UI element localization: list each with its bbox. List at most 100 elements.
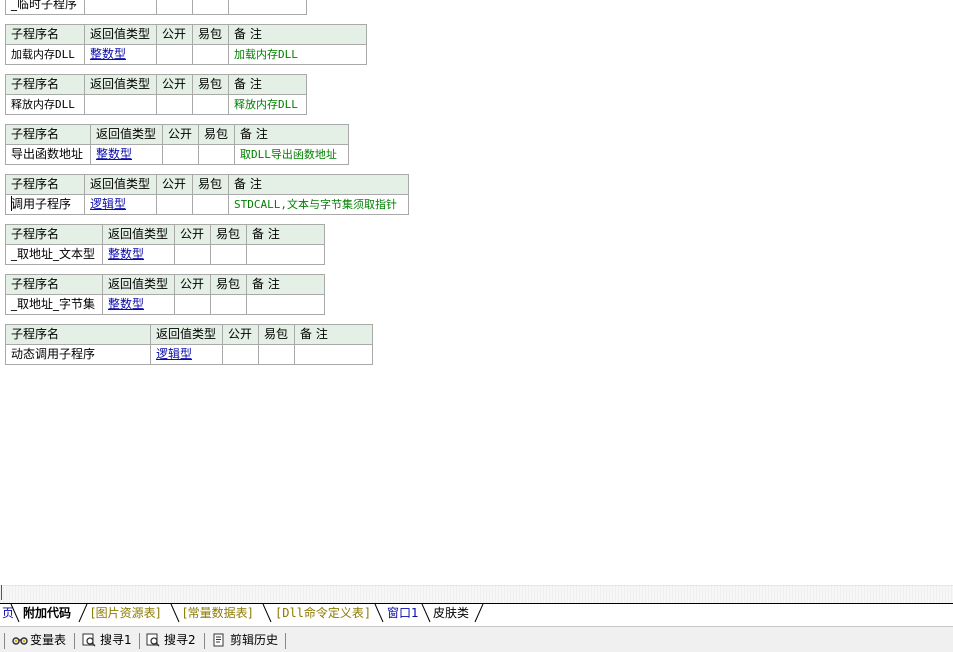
easy-package-cell[interactable]	[258, 344, 295, 365]
public-cell[interactable]	[156, 94, 193, 115]
note-cell[interactable]: 释放内存DLL	[228, 94, 307, 115]
header-public: 公开	[156, 24, 193, 45]
return-type-cell[interactable]	[84, 94, 157, 115]
public-cell[interactable]	[174, 294, 211, 315]
public-cell[interactable]	[156, 44, 193, 65]
header-note: 备 注	[294, 324, 373, 345]
return-type-cell[interactable]: 整数型	[102, 294, 175, 315]
table-row: 释放内存DLL 释放内存DLL	[5, 94, 307, 115]
header-easy-package: 易包	[198, 124, 235, 145]
return-type-cell[interactable]: 逻辑型	[84, 194, 157, 215]
return-type-link[interactable]: 逻辑型	[90, 197, 126, 211]
subroutine-name-cell[interactable]: 调用子程序	[5, 194, 85, 215]
easy-package-cell[interactable]	[210, 294, 247, 315]
tab-window1[interactable]: 窗口1	[385, 604, 421, 623]
table-header-row: 子程序名 返回值类型 公开 易包 备 注	[5, 74, 307, 95]
subroutine-name-cell[interactable]: _临时子程序	[5, 0, 85, 15]
public-cell[interactable]	[174, 244, 211, 265]
return-type-link[interactable]: 整数型	[108, 297, 144, 311]
table-row: 调用子程序 逻辑型 STDCALL,文本与字节集须取指针	[5, 194, 409, 215]
variable-table-button[interactable]: 变量表	[12, 631, 66, 649]
subroutine-name-cell[interactable]: 导出函数地址	[5, 144, 91, 165]
search2-button[interactable]: 搜寻2	[146, 631, 196, 649]
header-easy-package: 易包	[210, 224, 247, 245]
subroutine-table: 子程序名 返回值类型 公开 易包 备 注 释放内存DLL 释放内存DLL	[5, 74, 307, 115]
clipboard-history-button[interactable]: 剪辑历史	[212, 631, 278, 649]
table-row: _临时子程序	[5, 0, 307, 15]
easy-package-cell[interactable]	[192, 0, 229, 15]
subroutine-name-cell[interactable]: 动态调用子程序	[5, 344, 151, 365]
tab-constant-data[interactable]: [常量数据表]	[181, 604, 254, 623]
tab-separator-icon	[170, 604, 180, 623]
return-type-link[interactable]: 整数型	[108, 247, 144, 261]
header-return-type: 返回值类型	[84, 74, 157, 95]
header-easy-package: 易包	[192, 24, 229, 45]
toolbar-separator	[204, 633, 205, 649]
return-type-cell[interactable]: 逻辑型	[150, 344, 223, 365]
public-cell[interactable]	[156, 194, 193, 215]
header-public: 公开	[174, 224, 211, 245]
note-cell[interactable]: 取DLL导出函数地址	[234, 144, 349, 165]
subroutine-name-cell[interactable]: 释放内存DLL	[5, 94, 85, 115]
search-window-icon	[82, 633, 96, 647]
table-header-row: 子程序名 返回值类型 公开 易包 备 注	[5, 24, 367, 45]
public-cell[interactable]	[222, 344, 259, 365]
return-type-link[interactable]: 整数型	[96, 147, 132, 161]
header-note: 备 注	[228, 74, 307, 95]
return-type-link[interactable]: 逻辑型	[156, 347, 192, 361]
tab-skin-class[interactable]: 皮肤类	[431, 604, 471, 623]
return-type-cell[interactable]: 整数型	[90, 144, 163, 165]
tab-image-resources[interactable]: [图片资源表]	[89, 604, 162, 623]
header-return-type: 返回值类型	[90, 124, 163, 145]
toolbar-separator	[4, 633, 5, 649]
header-return-type: 返回值类型	[102, 274, 175, 295]
easy-package-cell[interactable]	[192, 94, 229, 115]
easy-package-cell[interactable]	[198, 144, 235, 165]
subroutine-table: 子程序名 返回值类型 公开 易包 备 注 动态调用子程序 逻辑型	[5, 324, 373, 365]
search1-label: 搜寻1	[100, 633, 132, 647]
return-type-link[interactable]: 整数型	[90, 47, 126, 61]
header-public: 公开	[162, 124, 199, 145]
easy-package-cell[interactable]	[210, 244, 247, 265]
note-cell[interactable]	[246, 294, 325, 315]
table-header-row: 子程序名 返回值类型 公开 易包 备 注	[5, 324, 373, 345]
header-public: 公开	[156, 74, 193, 95]
table-row: 导出函数地址 整数型 取DLL导出函数地址	[5, 144, 349, 165]
subroutine-table: 子程序名 返回值类型 公开 易包 备 注 调用子程序 逻辑型 STDCALL,文…	[5, 174, 409, 215]
subroutine-name-cell[interactable]: _取地址_文本型	[5, 244, 103, 265]
subroutine-name-cell[interactable]: 加载内存DLL	[5, 44, 85, 65]
header-return-type: 返回值类型	[84, 174, 157, 195]
tab-additional-code[interactable]: 附加代码	[21, 604, 73, 623]
subroutine-table: 子程序名 返回值类型 公开 易包 备 注 _取地址_字节集 整数型	[5, 274, 325, 315]
table-header-row: 子程序名 返回值类型 公开 易包 备 注	[5, 224, 325, 245]
clipboard-history-icon	[212, 633, 226, 647]
tab-separator-icon	[10, 604, 20, 623]
search1-button[interactable]: 搜寻1	[82, 631, 132, 649]
easy-package-cell[interactable]	[192, 194, 229, 215]
tab-dll-commands[interactable]: [Dll命令定义表]	[273, 604, 373, 623]
note-cell[interactable]: 加载内存DLL	[228, 44, 367, 65]
code-editor[interactable]: _临时子程序 子程序名 返回值类型 公开 易包 备 注 加载内存DLL 整数型 …	[0, 0, 953, 585]
subroutine-name-cell[interactable]: _取地址_字节集	[5, 294, 103, 315]
header-public: 公开	[222, 324, 259, 345]
table-header-row: 子程序名 返回值类型 公开 易包 备 注	[5, 174, 409, 195]
return-type-cell[interactable]: 整数型	[84, 44, 157, 65]
public-cell[interactable]	[162, 144, 199, 165]
public-cell[interactable]	[156, 0, 193, 15]
bottom-panel-toolbar: 变量表 搜寻1 搜寻2 剪辑历史	[0, 626, 953, 652]
note-cell[interactable]	[294, 344, 373, 365]
note-cell[interactable]	[246, 244, 325, 265]
header-note: 备 注	[246, 274, 325, 295]
header-name: 子程序名	[5, 124, 91, 145]
note-cell[interactable]: STDCALL,文本与字节集须取指针	[228, 194, 409, 215]
return-type-cell[interactable]	[84, 0, 157, 15]
header-return-type: 返回值类型	[102, 224, 175, 245]
return-type-cell[interactable]: 整数型	[102, 244, 175, 265]
easy-package-cell[interactable]	[192, 44, 229, 65]
note-cell[interactable]	[228, 0, 307, 15]
header-note: 备 注	[228, 174, 409, 195]
table-row: 动态调用子程序 逻辑型	[5, 344, 373, 365]
table-row: 加载内存DLL 整数型 加载内存DLL	[5, 44, 367, 65]
horizontal-scroll-strip[interactable]	[0, 585, 953, 604]
search2-label: 搜寻2	[164, 633, 196, 647]
